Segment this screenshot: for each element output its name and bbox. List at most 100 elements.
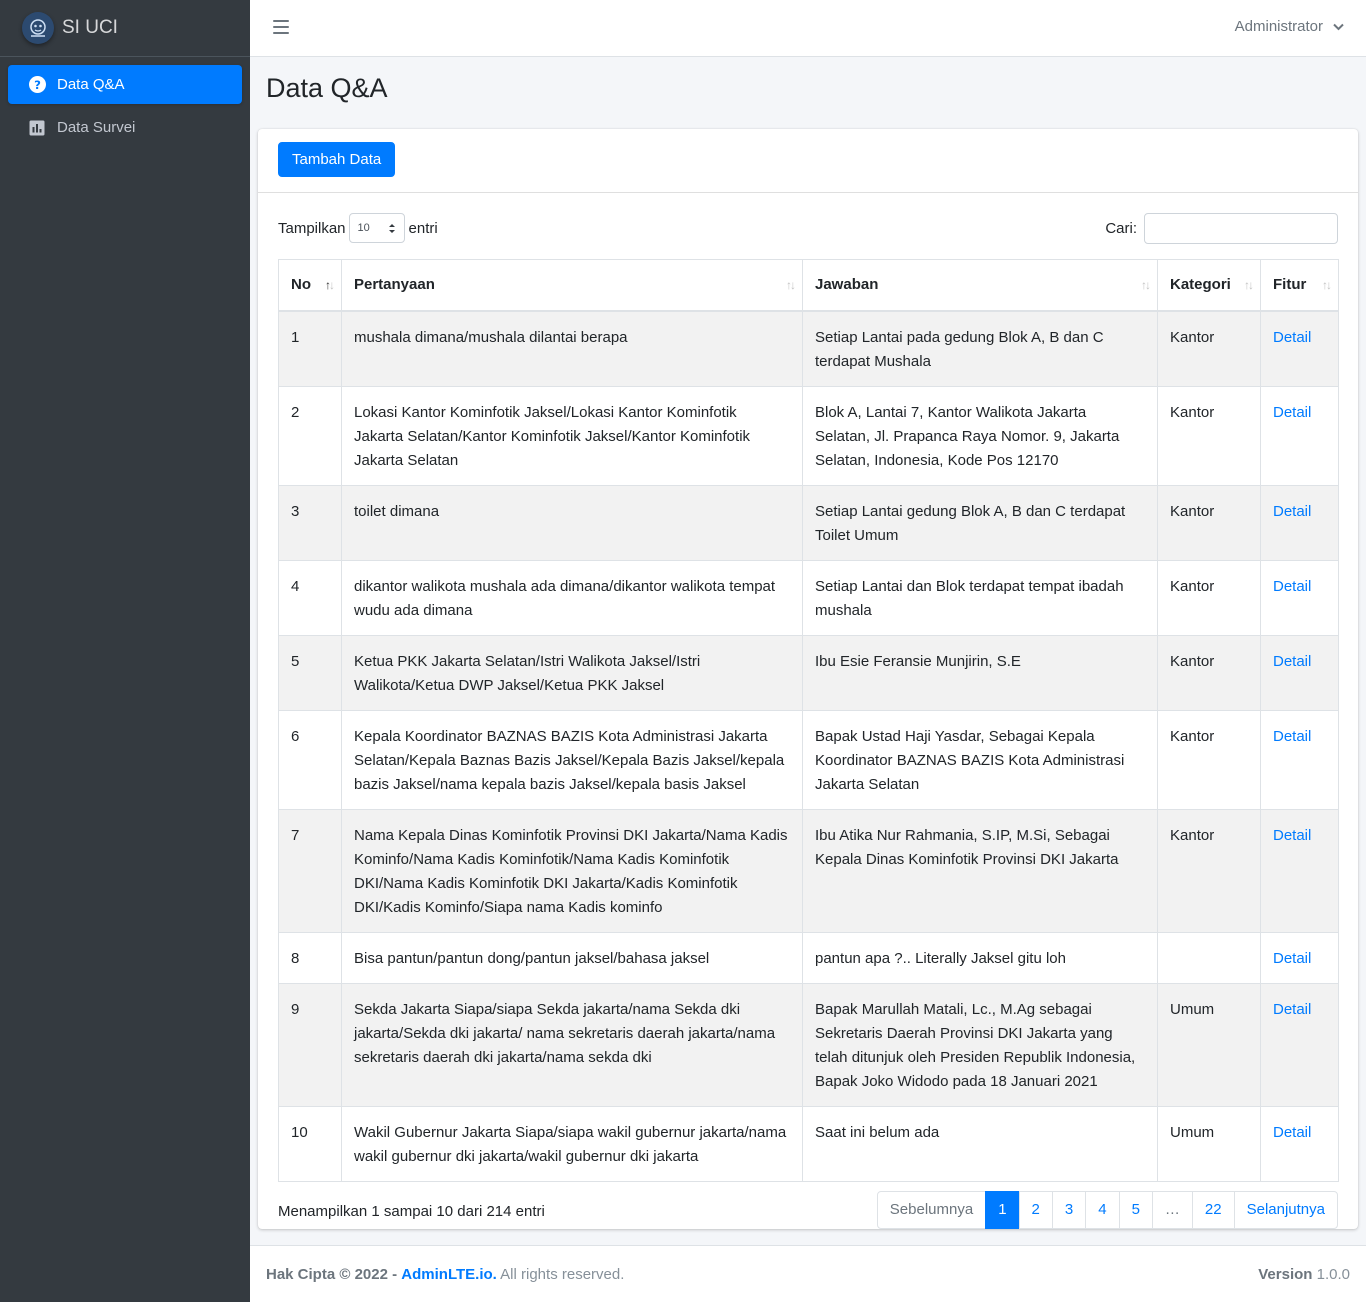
cell-action: Detail [1260, 385, 1339, 486]
cell-category: Kantor [1157, 385, 1261, 486]
cell-answer: Bapak Ustad Haji Yasdar, Sebagai Kepala … [802, 709, 1158, 810]
table-row: 3 toilet dimana Setiap Lantai gedung Blo… [278, 484, 1339, 561]
sort-asc-icon: ↑↓ [325, 278, 335, 292]
sidebar-nav: ? Data Q&A Data Survei [0, 57, 250, 159]
pagination-page-22[interactable]: 22 [1191, 1190, 1235, 1229]
cell-action: Detail [1260, 709, 1339, 810]
table-row: 10 Wakil Gubernur Jakarta Siapa/siapa wa… [278, 1105, 1339, 1182]
user-name: Administrator [1234, 18, 1323, 35]
detail-link[interactable]: Detail [1273, 950, 1311, 967]
sidebar-item-data-survei[interactable]: Data Survei [8, 108, 242, 147]
cell-category: Kantor [1157, 634, 1261, 711]
sort-icon: ↑↓ [786, 278, 796, 292]
detail-link[interactable]: Detail [1273, 827, 1311, 844]
detail-link[interactable]: Detail [1273, 404, 1311, 421]
cell-no: 8 [278, 931, 342, 984]
column-header-kategori[interactable]: Kategori ↑↓ [1157, 259, 1261, 312]
detail-link[interactable]: Detail [1273, 1124, 1311, 1141]
cell-no: 10 [278, 1105, 342, 1182]
detail-link[interactable]: Detail [1273, 1001, 1311, 1018]
cell-no: 4 [278, 559, 342, 636]
brand-logo-icon [22, 12, 54, 44]
cell-action: Detail [1260, 982, 1339, 1107]
card-header: Tambah Data [258, 129, 1358, 193]
table-header-row: No ↑↓ Pertanyaan ↑↓ Jawaban ↑↓ Kategori ↑↓ F… [278, 259, 1339, 312]
detail-link[interactable]: Detail [1273, 578, 1311, 595]
table-row: 2 Lokasi Kantor Kominfotik Jaksel/Lokasi… [278, 385, 1339, 486]
cell-no: 9 [278, 982, 342, 1107]
column-header-jawaban[interactable]: Jawaban ↑↓ [802, 259, 1158, 312]
entries-label: entri [408, 219, 438, 237]
cell-action: Detail [1260, 808, 1339, 933]
cell-answer: pantun apa ?.. Literally Jaksel gitu loh [802, 931, 1158, 984]
cell-action: Detail [1260, 931, 1339, 984]
svg-text:?: ? [34, 78, 41, 92]
search-input[interactable] [1144, 212, 1338, 244]
chevron-down-icon [1333, 23, 1344, 30]
cell-no: 7 [278, 808, 342, 933]
detail-link[interactable]: Detail [1273, 503, 1311, 520]
cell-category: Kantor [1157, 559, 1261, 636]
cell-answer: Saat ini belum ada [802, 1105, 1158, 1182]
pagination-page-3[interactable]: 3 [1051, 1190, 1087, 1229]
pagination-page-2[interactable]: 2 [1018, 1190, 1053, 1229]
footer-version: Version 1.0.0 [1258, 1266, 1350, 1283]
brand[interactable]: SI UCI [0, 0, 250, 57]
entries-per-page-select[interactable]: 10 [348, 213, 405, 243]
cell-no: 6 [278, 709, 342, 810]
pagination-page-1[interactable]: 1 [985, 1190, 1020, 1229]
cell-category: Kantor [1157, 484, 1261, 561]
cell-question: mushala dimana/mushala dilantai berapa [341, 310, 803, 387]
cell-question: dikantor walikota mushala ada dimana/dik… [341, 559, 803, 636]
cell-answer: Ibu Atika Nur Rahmania, S.IP, M.Si, Seba… [802, 808, 1158, 933]
entries-per-page-value: 10 [357, 222, 370, 234]
show-label: Tampilkan [278, 219, 346, 237]
sort-icon: ↑↓ [1322, 278, 1332, 292]
table-controls: Tampilkan 10 entri Cari: [278, 212, 1338, 244]
column-header-pertanyaan[interactable]: Pertanyaan ↑↓ [341, 259, 803, 312]
pagination-ellipsis: … [1151, 1190, 1193, 1229]
pagination-page-4[interactable]: 4 [1085, 1190, 1120, 1229]
version-number: 1.0.0 [1316, 1265, 1350, 1283]
sidebar-item-label: Data Survei [57, 119, 136, 136]
pagination-page-5[interactable]: 5 [1118, 1190, 1153, 1229]
cell-category: Kantor [1157, 808, 1261, 933]
cell-answer: Setiap Lantai dan Blok terdapat tempat i… [802, 559, 1158, 636]
table-info: Menampilkan 1 sampai 10 dari 214 entri [278, 1203, 545, 1220]
column-header-fitur[interactable]: Fitur ↑↓ [1260, 259, 1339, 312]
user-dropdown[interactable]: Administrator [1235, 18, 1344, 35]
cell-answer: Setiap Lantai pada gedung Blok A, B dan … [802, 310, 1158, 387]
cell-question: toilet dimana [341, 484, 803, 561]
cell-question: Nama Kepala Dinas Kominfotik Provinsi DK… [341, 808, 803, 933]
sort-icon: ↑↓ [1141, 278, 1151, 292]
detail-link[interactable]: Detail [1273, 329, 1311, 346]
detail-link[interactable]: Detail [1273, 728, 1311, 745]
cell-question: Sekda Jakarta Siapa/siapa Sekda jakarta/… [341, 982, 803, 1107]
cell-answer: Blok A, Lantai 7, Kantor Walikota Jakart… [802, 385, 1158, 486]
data-card: Tambah Data Tampilkan 10 entri Cari: No … [258, 129, 1358, 1229]
rights-text: All rights reserved. [500, 1265, 625, 1283]
pagination-previous[interactable]: Sebelumnya [876, 1190, 987, 1229]
cell-action: Detail [1260, 310, 1339, 387]
cell-action: Detail [1260, 484, 1339, 561]
sidebar-item-data-qa[interactable]: ? Data Q&A [8, 65, 242, 104]
cell-no: 2 [278, 385, 342, 486]
card-body: Tampilkan 10 entri Cari: No ↑↓ Pertanyaan… [258, 193, 1358, 1249]
cell-action: Detail [1260, 1105, 1339, 1182]
cell-no: 5 [278, 634, 342, 711]
cell-answer: Setiap Lantai gedung Blok A, B dan C ter… [802, 484, 1158, 561]
cell-question: Ketua PKK Jakarta Selatan/Istri Walikota… [341, 634, 803, 711]
pagination-next[interactable]: Selanjutnya [1233, 1190, 1338, 1229]
menu-toggle-icon[interactable] [273, 20, 289, 34]
qa-table: No ↑↓ Pertanyaan ↑↓ Jawaban ↑↓ Kategori ↑↓ F… [278, 259, 1339, 1182]
table-row: 4 dikantor walikota mushala ada dimana/d… [278, 559, 1339, 636]
detail-link[interactable]: Detail [1273, 653, 1311, 670]
top-navbar: Administrator [250, 0, 1366, 57]
column-header-no[interactable]: No ↑↓ [278, 259, 342, 312]
adminlte-link[interactable]: AdminLTE.io. [401, 1266, 497, 1283]
table-row: 9 Sekda Jakarta Siapa/siapa Sekda jakart… [278, 982, 1339, 1107]
page-title: Data Q&A [266, 73, 388, 103]
add-data-button[interactable]: Tambah Data [278, 142, 396, 177]
cell-category: Kantor [1157, 709, 1261, 810]
footer-copyright: Hak Cipta © 2022 - AdminLTE.io. All righ… [266, 1266, 624, 1283]
